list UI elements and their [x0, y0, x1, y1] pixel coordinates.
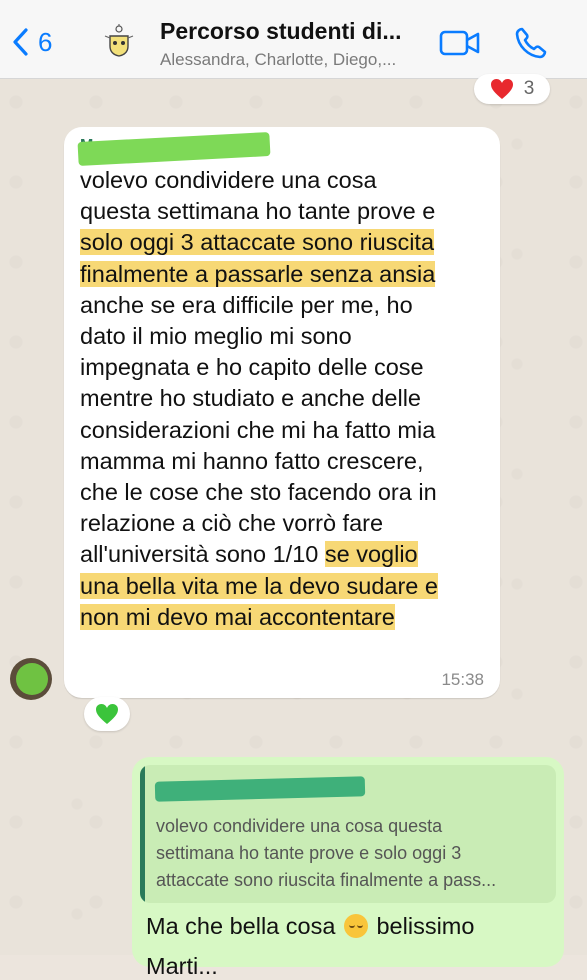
back-button[interactable]: 6	[10, 24, 52, 60]
avatar-redaction	[16, 663, 48, 695]
message-line: anche se era difficile per me, ho	[80, 291, 413, 318]
chat-header: 6 Percorso studenti di... Alessandra, Ch…	[0, 0, 587, 79]
video-call-icon[interactable]	[439, 28, 481, 58]
reaction-count: 3	[523, 78, 535, 99]
group-avatar[interactable]	[100, 22, 138, 60]
name-redaction	[77, 131, 271, 167]
chat-title[interactable]: Percorso studenti di...	[160, 18, 402, 45]
sender-avatar[interactable]	[10, 658, 52, 700]
message-line: solo oggi 3 attaccate sono riuscita	[80, 229, 435, 256]
phone-call-icon[interactable]	[513, 25, 549, 61]
relieved-face-icon	[343, 914, 368, 938]
message-line: mamma mi hanno fatto crescere,	[80, 447, 424, 474]
quoted-line: attaccate sono riuscita finalmente a pas…	[156, 870, 497, 890]
message-line: finalmente a passarle senza ansia	[80, 260, 436, 287]
message-line: mentre ho studiato e anche delle	[80, 385, 421, 412]
quote-accent-bar	[140, 765, 145, 903]
chevron-left-icon	[13, 28, 28, 56]
incoming-message-bubble[interactable]: M volevo condividere una cosa questa set…	[64, 127, 500, 698]
message-line: una bella vita me la devo sudare e	[80, 572, 438, 599]
green-heart-icon	[96, 704, 118, 724]
unread-count: 6	[38, 26, 53, 57]
message-text: volevo condividere una cosa questa setti…	[80, 165, 490, 633]
message-reaction-badge[interactable]	[84, 697, 130, 731]
message-reaction-badge[interactable]: 3	[474, 74, 550, 104]
message-line: dato il mio meglio mi sono	[80, 323, 352, 350]
message-line: non mi devo mai accontentare	[80, 603, 395, 630]
message-line: all'università sono 1/10 se voglio	[80, 541, 418, 568]
quoted-text: volevo condividere una cosa questa setti…	[156, 813, 551, 894]
quoted-line: settimana ho tante prove e solo oggi 3	[156, 843, 462, 863]
message-line: questa settimana ho tante prove e	[80, 198, 436, 225]
quoted-line: volevo condividere una cosa questa	[156, 816, 443, 836]
chat-members[interactable]: Alessandra, Charlotte, Diego,...	[160, 50, 396, 70]
name-redaction	[154, 776, 366, 802]
message-line: volevo condividere una cosa	[80, 167, 377, 193]
heart-icon	[490, 79, 513, 99]
quoted-message[interactable]: volevo condividere una cosa questa setti…	[140, 765, 556, 903]
reply-text: Ma che bella cosa belissimo	[146, 913, 475, 939]
message-line: relazione a ciò che vorrò fare	[80, 510, 384, 537]
message-line: considerazioni che mi ha fatto mia	[80, 416, 436, 443]
message-line: impegnata e ho capito delle cose	[80, 354, 424, 381]
outgoing-message-bubble[interactable]: volevo condividere una cosa questa setti…	[132, 757, 564, 979]
reply-text-line2: Marti...	[146, 953, 218, 979]
message-timestamp: 15:38	[441, 670, 484, 689]
message-line: che le cose che sto facendo ora in	[80, 479, 437, 506]
